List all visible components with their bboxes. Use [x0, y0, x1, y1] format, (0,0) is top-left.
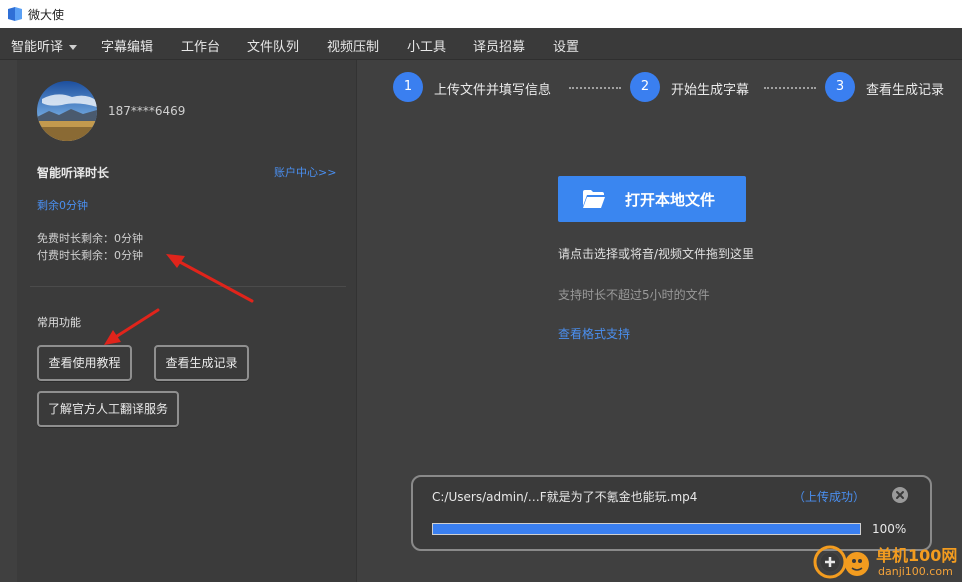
menu-settings[interactable]: 设置 [553, 36, 579, 55]
step-3-circle: 3 [825, 72, 855, 102]
menu-workbench[interactable]: 工作台 [181, 36, 220, 55]
close-glyph [896, 491, 904, 499]
view-records-button[interactable]: 查看生成记录 [154, 345, 249, 381]
step-2-circle: 2 [630, 72, 660, 102]
account-center-link[interactable]: 账户中心>> [274, 164, 336, 180]
title-bar: 微大使 [0, 0, 962, 28]
official-translation-service-button[interactable]: 了解官方人工翻译服务 [37, 391, 179, 427]
duration-limit-hint: 支持时长不超过5小时的文件 [558, 288, 710, 302]
step-1-circle: 1 [393, 72, 423, 102]
step-connector [569, 87, 621, 89]
upload-status-text: （上传成功） [793, 490, 866, 504]
upload-progress-fill [433, 524, 860, 534]
menu-label: 智能听译 [11, 40, 64, 55]
divider [30, 286, 346, 287]
user-phone: 187****6469 [108, 104, 186, 118]
menu-tools[interactable]: 小工具 [407, 36, 446, 55]
step-2-label: 开始生成字幕 [671, 83, 750, 98]
close-icon[interactable] [892, 487, 908, 503]
common-functions-title: 常用功能 [37, 316, 81, 329]
avatar[interactable] [37, 81, 97, 141]
upload-progress-bar [432, 523, 861, 535]
folder-open-icon [583, 190, 605, 208]
menu-subtitle-edit[interactable]: 字幕编辑 [101, 36, 153, 55]
free-remaining: 免费时长剩余：0分钟 [37, 232, 143, 245]
menu-bar: 智能听译 字幕编辑 工作台 文件队列 视频压制 小工具 译员招募 设置 [0, 28, 962, 60]
menu-video-compress[interactable]: 视频压制 [327, 36, 379, 55]
format-support-link[interactable]: 查看格式支持 [558, 325, 630, 342]
watermark-logo [813, 545, 869, 579]
upload-status-card [411, 475, 932, 551]
upload-progress-text: 100% [872, 522, 907, 536]
avatar-image [37, 81, 97, 141]
left-gutter [0, 60, 17, 582]
open-local-file-label: 打开本地文件 [625, 191, 716, 209]
menu-smart-listen[interactable]: 智能听译 [11, 36, 78, 55]
drag-drop-hint: 请点击选择或将音/视频文件拖到这里 [558, 247, 755, 261]
paid-remaining: 付费时长剩余：0分钟 [37, 249, 143, 262]
step-3-label: 查看生成记录 [866, 83, 945, 98]
remaining-minutes: 剩余0分钟 [37, 199, 88, 212]
duration-section-title: 智能听译时长 [37, 166, 110, 180]
step-1-label: 上传文件并填写信息 [434, 83, 552, 98]
view-tutorial-button[interactable]: 查看使用教程 [37, 345, 132, 381]
menu-file-queue[interactable]: 文件队列 [247, 36, 299, 55]
window-title: 微大使 [28, 8, 65, 22]
app-logo-icon [8, 7, 22, 21]
step-connector [764, 87, 816, 89]
watermark-brand: 单机100网 [876, 546, 958, 565]
uploaded-file-path: C:/Users/admin/…F就是为了不氪金也能玩.mp4 [432, 490, 698, 504]
chevron-down-icon [69, 45, 78, 50]
open-local-file-button[interactable]: 打开本地文件 [558, 176, 746, 222]
watermark-url: danji100.com [878, 565, 953, 578]
menu-translator-recruit[interactable]: 译员招募 [473, 36, 525, 55]
